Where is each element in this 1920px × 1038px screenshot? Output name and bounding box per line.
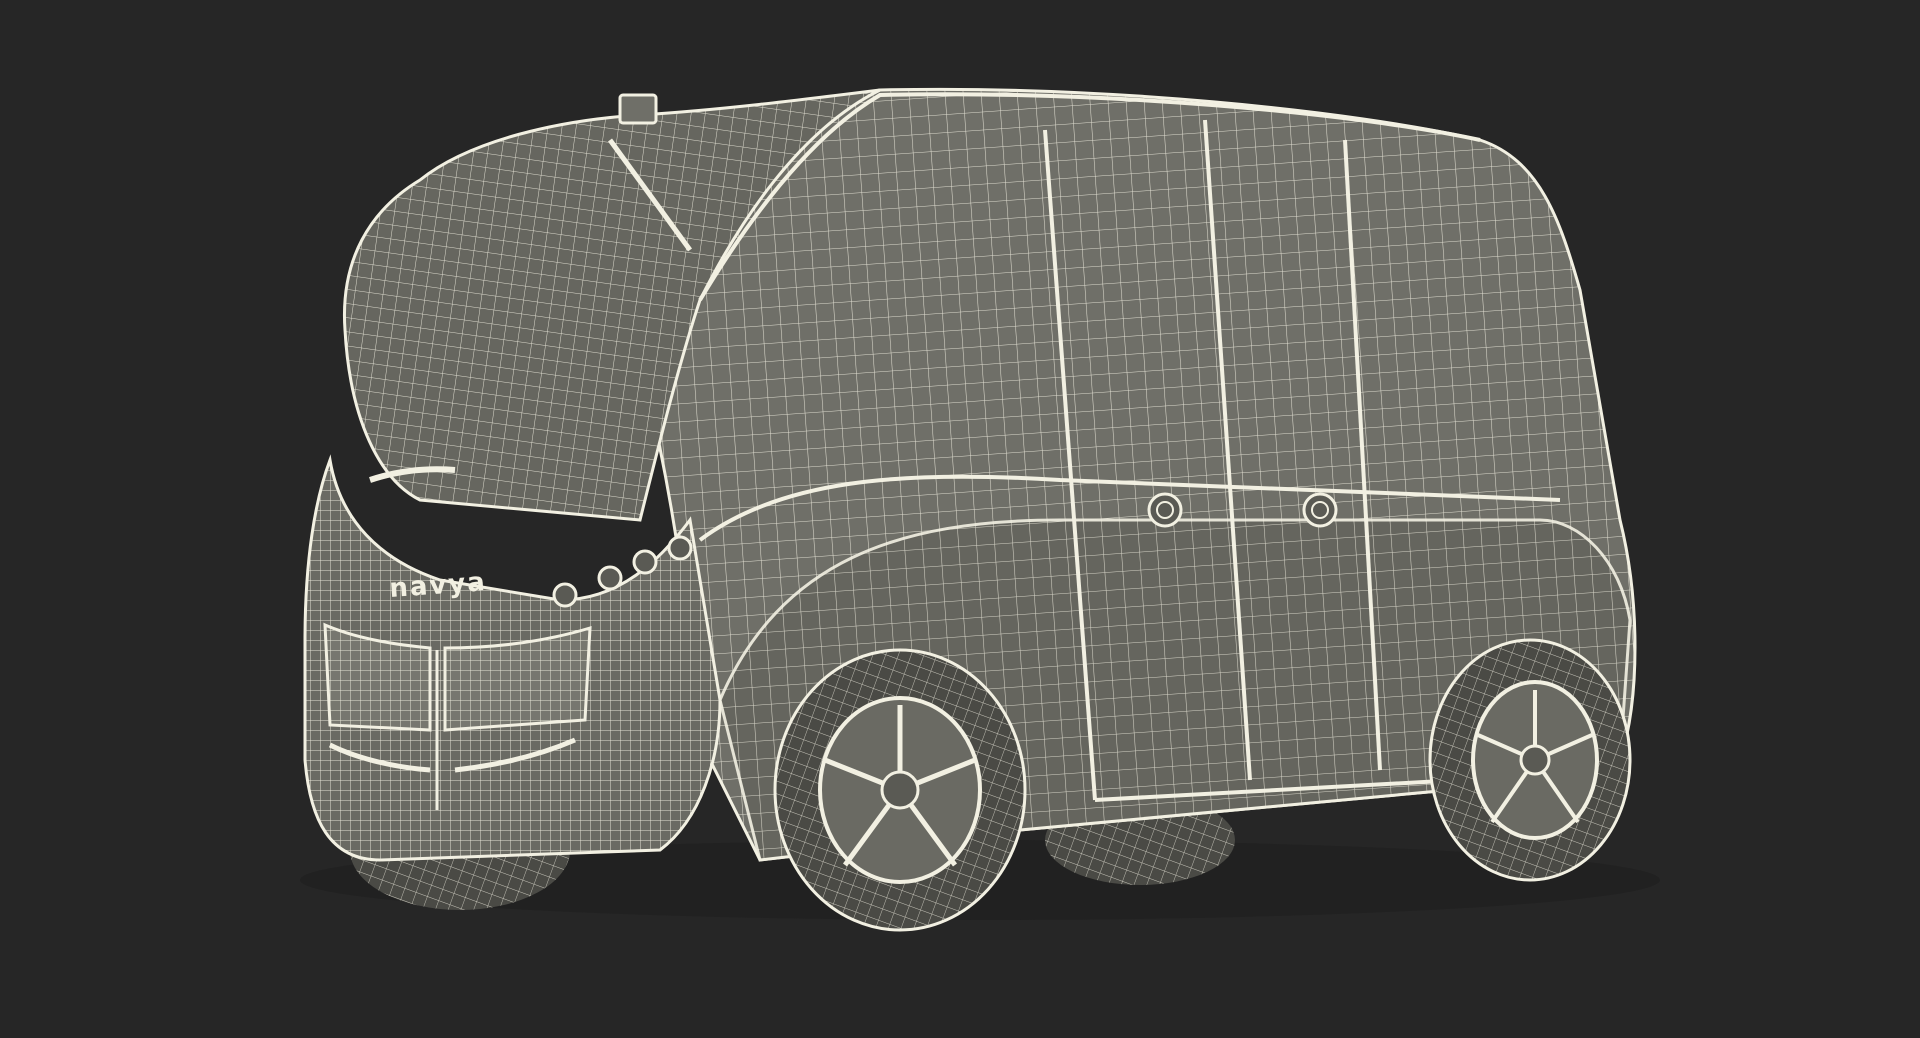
door-sensor-left — [1147, 492, 1183, 528]
door-sensor-right — [1302, 492, 1338, 528]
front-wheel — [773, 648, 1027, 932]
shuttle-wireframe-render: navya — [300, 87, 1660, 932]
render-viewport: navya — [0, 0, 1920, 1038]
roof-sensor — [618, 93, 658, 125]
rear-wheel — [1428, 638, 1632, 882]
front-wheel-hub — [880, 770, 920, 810]
rear-wheel-hub — [1519, 744, 1551, 776]
